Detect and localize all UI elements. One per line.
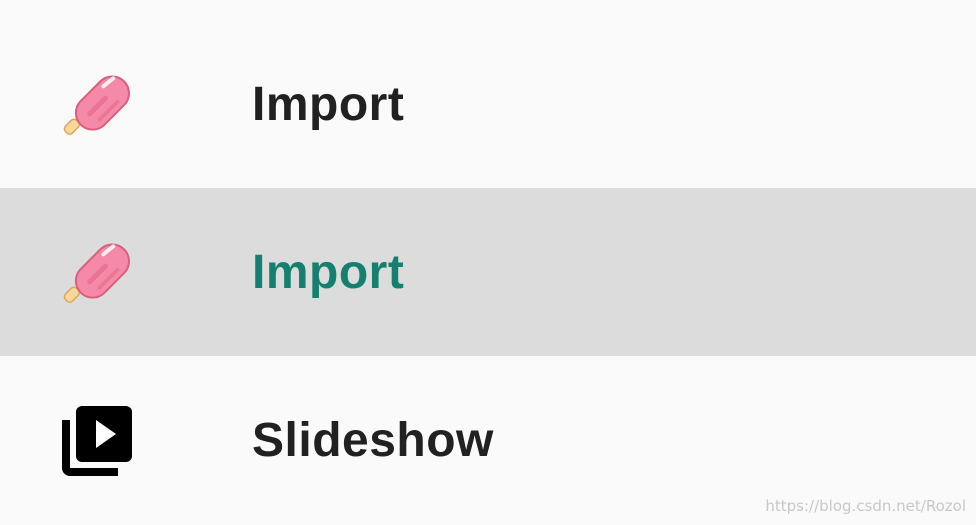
popsicle-icon bbox=[60, 67, 135, 142]
menu-item-label: Import bbox=[252, 77, 405, 131]
menu-item-label: Import bbox=[252, 245, 405, 299]
menu-item-label: Slideshow bbox=[252, 413, 494, 467]
menu-item-import[interactable]: Import bbox=[0, 20, 976, 188]
popsicle-icon bbox=[60, 235, 135, 310]
menu-item-import-selected[interactable]: Import bbox=[0, 188, 976, 356]
navigation-menu: Import Import Slideshow https://blog.csd… bbox=[0, 0, 976, 525]
slideshow-icon bbox=[60, 403, 135, 478]
watermark: https://blog.csdn.net/Rozol bbox=[765, 497, 966, 515]
